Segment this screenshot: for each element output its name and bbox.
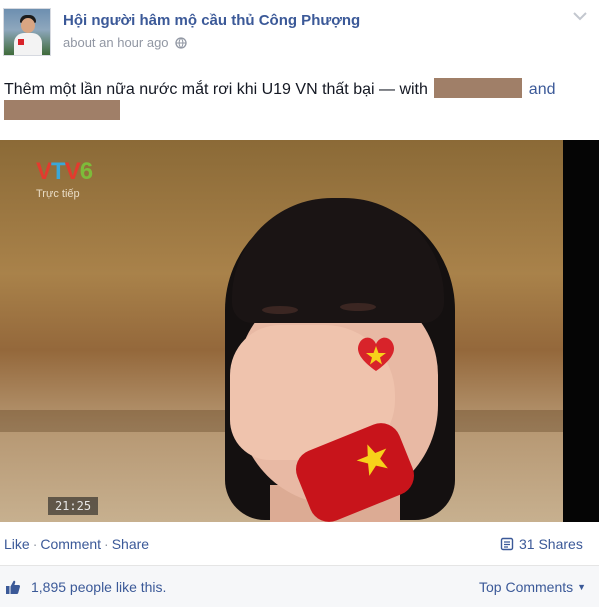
post-photo[interactable]: VTV6 Trực tiếp 21:25 <box>0 140 599 522</box>
message-and: and <box>528 81 556 98</box>
page-name-link[interactable]: Hội người hâm mộ cầu thủ Công Phượng <box>63 12 360 29</box>
like-button[interactable]: Like <box>4 536 30 552</box>
post-meta: about an hour ago <box>63 35 187 50</box>
video-timecode: 21:25 <box>48 497 98 515</box>
likes-bar: 1,895 people like this. Top Comments ▼ <box>0 565 599 607</box>
photo-black-bar <box>563 140 599 522</box>
action-separator: · <box>104 536 109 552</box>
top-comments-dropdown[interactable]: Top Comments ▼ <box>479 579 586 595</box>
redacted-tag-2[interactable] <box>4 100 120 120</box>
photo-eye-right <box>340 303 376 311</box>
globe-icon[interactable] <box>174 36 187 49</box>
avatar-head <box>21 18 35 33</box>
wristband-star-icon <box>356 444 388 476</box>
page-avatar[interactable] <box>3 8 51 56</box>
post-timestamp[interactable]: about an hour ago <box>63 35 169 50</box>
action-separator: · <box>32 536 38 552</box>
comment-button[interactable]: Comment <box>40 536 101 552</box>
vtv6-logo: VTV6 <box>36 158 93 185</box>
facebook-post: Hội người hâm mộ cầu thủ Công Phượng abo… <box>0 0 599 607</box>
live-label: Trực tiếp <box>36 188 80 200</box>
chevron-down-icon[interactable] <box>572 10 588 22</box>
likes-count-link[interactable]: 1,895 people like this. <box>31 579 166 595</box>
share-icon <box>500 537 514 551</box>
thumbs-up-icon <box>6 580 21 594</box>
shares-link[interactable]: 31 Shares <box>500 536 583 552</box>
flag-heart-icon <box>357 337 395 371</box>
shares-count: 31 Shares <box>519 536 583 552</box>
photo-eye-left <box>262 306 298 314</box>
redacted-tag-1[interactable] <box>434 78 523 98</box>
top-comments-label: Top Comments <box>479 579 574 595</box>
post-actions: Like · Comment · Share <box>4 536 149 552</box>
share-button[interactable]: Share <box>112 536 149 552</box>
message-text: Thêm một lần nữa nước mắt rơi khi U19 VN… <box>4 81 428 98</box>
avatar-badge <box>18 39 24 45</box>
caret-down-icon: ▼ <box>577 582 587 592</box>
